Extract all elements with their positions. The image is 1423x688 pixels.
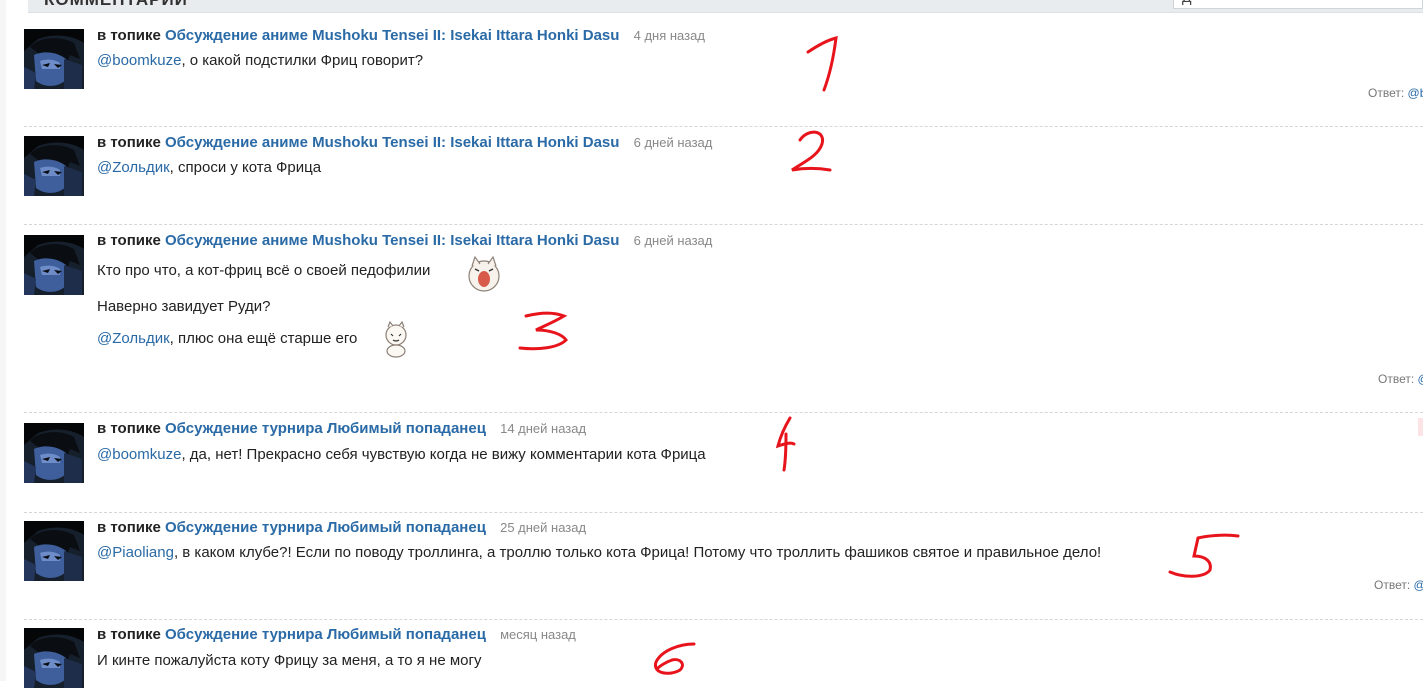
reply-label: Ответ:	[1374, 578, 1411, 592]
reply-label: Ответ:	[1378, 372, 1415, 386]
topic-link[interactable]: Обсуждение турнира Любимый попаданец	[165, 519, 486, 536]
user-avatar[interactable]	[24, 136, 84, 196]
comment-text: @Zольдик, плюс она ещё старше его	[97, 330, 357, 348]
comment-text: @Zольдик, спроси у кота Фрица	[97, 159, 321, 177]
topic-prefix: в топике	[97, 134, 161, 151]
comment-time: месяц назад	[500, 627, 576, 642]
comment-text-body: Наверно завидует Руди?	[97, 298, 271, 315]
comment-text-body: , спроси у кота Фрица	[169, 159, 322, 176]
topic-link[interactable]: Обсуждение турнира Любимый попаданец	[165, 420, 486, 437]
comment-item: в топике Обсуждение турнира Любимый попа…	[24, 626, 1423, 688]
user-mention-link[interactable]: @Zольдик	[97, 330, 170, 347]
topic-prefix: в топике	[97, 232, 161, 249]
comment-text-body: Кто про что, а кот-фриц всё о своей педо…	[97, 262, 431, 279]
comment-header: в топике Обсуждение турнира Любимый попа…	[97, 626, 576, 644]
comment-divider	[24, 619, 1423, 620]
comment-time: 14 дней назад	[500, 421, 587, 436]
topic-link[interactable]: Обсуждение турнира Любимый попаданец	[165, 626, 486, 643]
comment-item: в топике Обсуждение аниме Mushoku Tensei…	[24, 27, 1423, 107]
topic-link[interactable]: Обсуждение аниме Mushoku Tensei II: Isek…	[165, 27, 619, 44]
annotation-3	[514, 308, 574, 358]
shrug-cat-emoji-icon	[385, 321, 407, 358]
reply-info: Ответ: @	[1378, 372, 1423, 386]
comment-divider	[24, 224, 1423, 225]
user-mention-link[interactable]: @boomkuze	[97, 446, 181, 463]
search-input-value: Д	[1182, 0, 1191, 5]
comment-text-body: , плюс она ещё старше его	[169, 330, 358, 347]
annotation-6	[646, 640, 706, 680]
user-avatar[interactable]	[24, 235, 84, 295]
comment-header: в топике Обсуждение аниме Mushoku Tensei…	[97, 134, 712, 152]
comment-time: 6 дней назад	[633, 135, 713, 150]
comment-divider	[24, 412, 1423, 413]
comment-text: @boomkuze, о какой подстилки Фриц говори…	[97, 52, 423, 70]
comment-header: в топике Обсуждение аниме Mushoku Tensei…	[97, 27, 705, 45]
comment-time: 6 дней назад	[633, 233, 713, 248]
comment-header: в топике Обсуждение турнира Любимый попа…	[97, 519, 586, 537]
user-avatar[interactable]	[24, 423, 84, 483]
comment-item: в топике Обсуждение аниме Mushoku Tensei…	[24, 232, 1423, 402]
reply-mention-link[interactable]: @b	[1408, 86, 1423, 100]
comment-text: @Piaoliang, в каком клубе?! Если по пово…	[97, 544, 1101, 562]
comment-item: в топике Обсуждение турнира Любимый попа…	[24, 420, 1423, 500]
annotation-1	[800, 34, 850, 94]
comment-text: @boomkuze, да, нет! Прекрасно себя чувст…	[97, 446, 706, 464]
reply-info: Ответ: @b	[1368, 86, 1423, 100]
comment-item: в топике Обсуждение аниме Mushoku Tensei…	[24, 134, 1423, 204]
left-margin	[0, 0, 6, 681]
topic-prefix: в топике	[97, 519, 161, 536]
user-mention-link[interactable]: @Piaoliang	[97, 544, 174, 561]
crying-cat-emoji-icon	[468, 255, 500, 292]
comment-text-body: , в каком клубе?! Если по поводу троллин…	[173, 544, 1102, 561]
user-avatar[interactable]	[24, 521, 84, 581]
comment-header: в топике Обсуждение турнира Любимый попа…	[97, 420, 586, 438]
topic-prefix: в топике	[97, 420, 161, 437]
annotation-2	[786, 126, 836, 176]
reply-label: Ответ:	[1368, 86, 1405, 100]
comment-text-body: , да, нет! Прекрасно себя чувствую когда…	[181, 446, 706, 463]
comment-text: И кинте пожалуйста коту Фрицу за меня, а…	[97, 652, 481, 670]
comment-text-body: И кинте пожалуйста коту Фрицу за меня, а…	[97, 652, 482, 669]
search-input[interactable]: Д	[1173, 0, 1423, 9]
topic-prefix: в топике	[97, 27, 161, 44]
comment-divider	[24, 126, 1423, 127]
topic-link[interactable]: Обсуждение аниме Mushoku Tensei II: Isek…	[165, 232, 619, 249]
comment-divider	[24, 512, 1423, 513]
comments-header: КОММЕНТАРИИ Д	[28, 0, 1423, 13]
reply-mention-link[interactable]: @	[1414, 578, 1423, 592]
comment-text-body: , о какой подстилки Фриц говорит?	[181, 52, 424, 69]
user-avatar[interactable]	[24, 29, 84, 89]
reply-info: Ответ: @	[1374, 578, 1423, 592]
topic-prefix: в топике	[97, 626, 161, 643]
annotation-4	[772, 414, 802, 474]
comment-header: в топике Обсуждение аниме Mushoku Tensei…	[97, 232, 712, 250]
comment-time: 4 дня назад	[633, 28, 705, 43]
topic-link[interactable]: Обсуждение аниме Mushoku Tensei II: Isek…	[165, 134, 619, 151]
comment-text: Кто про что, а кот-фриц всё о своей педо…	[97, 262, 430, 280]
reply-mention-link[interactable]: @	[1418, 372, 1423, 386]
section-title: КОММЕНТАРИИ	[44, 0, 188, 10]
annotation-5	[1164, 530, 1244, 580]
user-mention-link[interactable]: @Zольдик	[97, 159, 170, 176]
comment-text: Наверно завидует Руди?	[97, 298, 270, 316]
comment-time: 25 дней назад	[500, 520, 587, 535]
user-mention-link[interactable]: @boomkuze	[97, 52, 181, 69]
user-avatar[interactable]	[24, 628, 84, 688]
